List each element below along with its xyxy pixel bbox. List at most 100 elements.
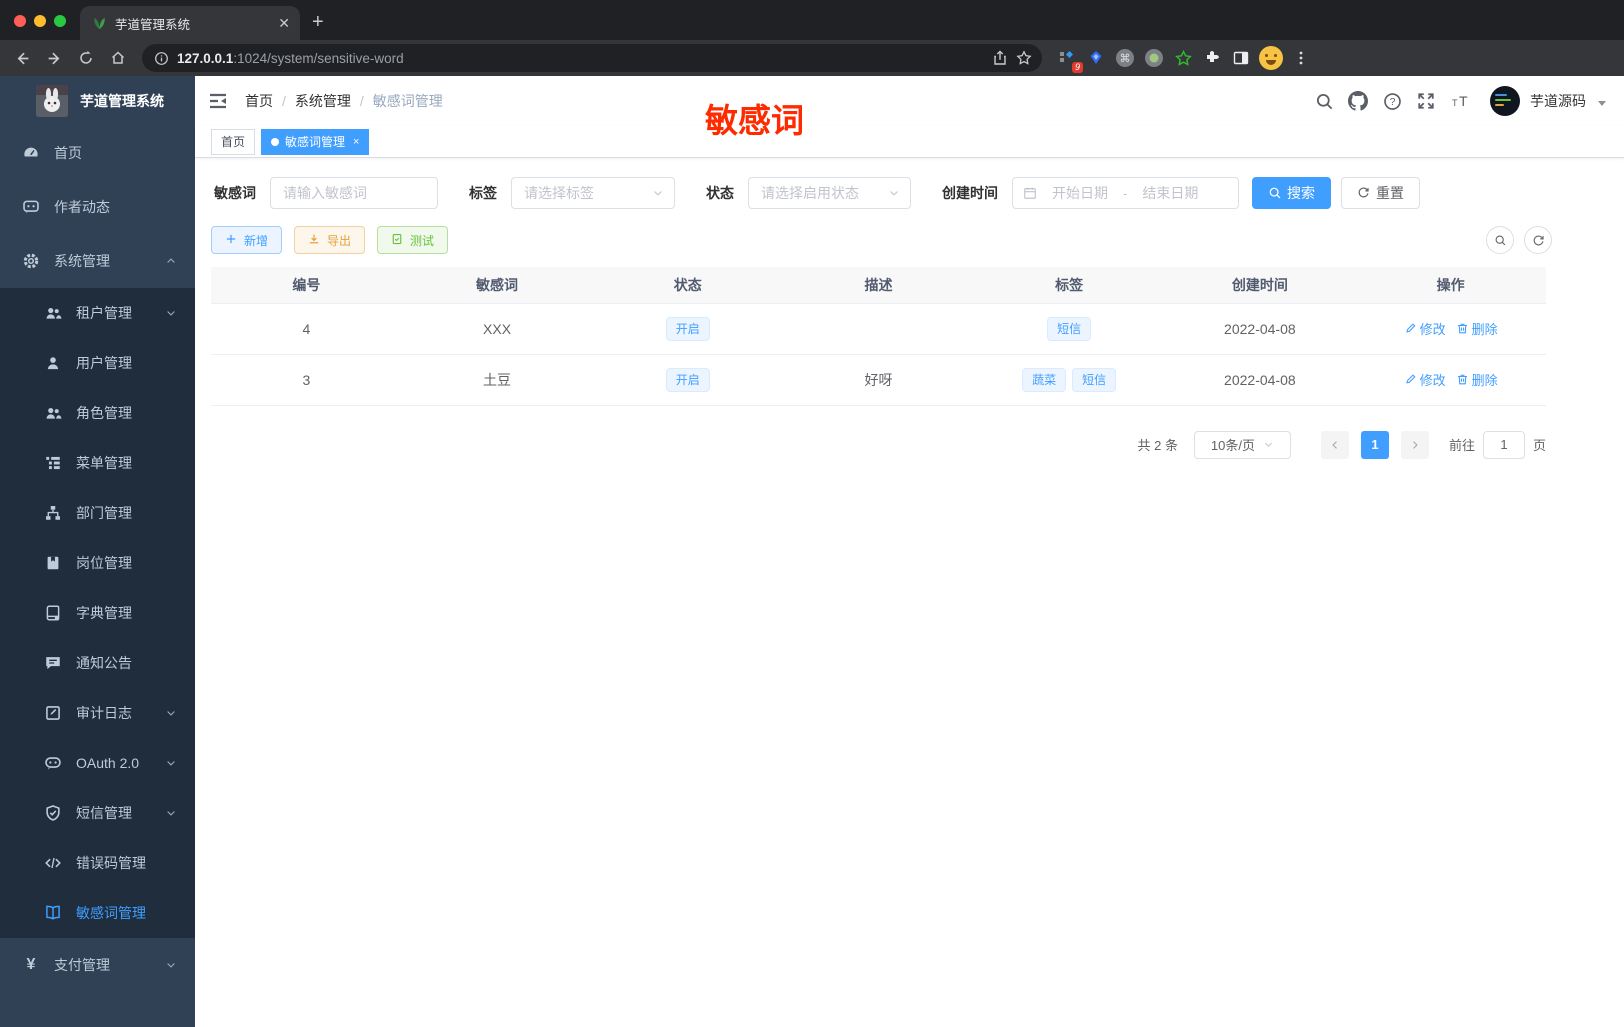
reset-button[interactable]: 重置 <box>1341 177 1420 209</box>
url-path: :1024/system/sensitive-word <box>233 50 404 66</box>
next-page-button[interactable] <box>1400 430 1429 459</box>
export-button[interactable]: 导出 <box>294 226 366 254</box>
window-close-button[interactable] <box>14 15 26 27</box>
sidebar-item[interactable]: 敏感词管理 <box>0 888 195 938</box>
cell-description <box>783 303 974 355</box>
sidebar-fold-icon[interactable] <box>207 90 229 112</box>
user-avatar[interactable] <box>1490 86 1520 116</box>
add-button-label: 新增 <box>244 233 269 248</box>
sidebar-item[interactable]: 用户管理 <box>0 338 195 388</box>
edit-link[interactable]: 修改 <box>1404 319 1446 338</box>
extension-record-icon[interactable] <box>1143 47 1165 69</box>
window-minimize-button[interactable] <box>34 15 46 27</box>
goto-page-input[interactable] <box>1482 430 1525 459</box>
prev-page-button[interactable] <box>1320 430 1349 459</box>
address-bar[interactable]: 127.0.0.1:1024/system/sensitive-word <box>142 44 1042 72</box>
tab-close-icon[interactable]: × <box>353 136 359 148</box>
sidebar-item[interactable]: ¥ 支付管理 <box>0 938 195 992</box>
sidebar-item[interactable]: 角色管理 <box>0 388 195 438</box>
add-button[interactable]: 新增 <box>211 226 283 254</box>
info-icon[interactable] <box>154 51 169 66</box>
extension-puzzle-icon[interactable] <box>1201 47 1223 69</box>
filter-status: 状态 请选择启用状态 <box>706 177 911 209</box>
sidebar-item[interactable]: 审计日志 <box>0 688 195 738</box>
window-zoom-button[interactable] <box>54 15 66 27</box>
refresh-table-button[interactable] <box>1524 226 1552 254</box>
chat-icon <box>22 198 40 216</box>
table-column-header: 敏感词 <box>401 267 593 304</box>
extension-kite-icon[interactable] <box>1085 47 1107 69</box>
table-row: 3 土豆 开启 好呀 蔬菜 短信 2022-04-08 修改 删除 <box>211 354 1546 406</box>
url-text: 127.0.0.1:1024/system/sensitive-word <box>177 51 984 66</box>
search-icon[interactable] <box>1312 89 1336 113</box>
refresh-icon <box>1357 186 1371 200</box>
tags-view: 首页 敏感词管理 × <box>195 126 1624 158</box>
sidebar-item[interactable]: 租户管理 <box>0 288 195 338</box>
sidebar-item[interactable]: 系统管理 <box>0 234 195 288</box>
tag: 短信 <box>1072 367 1117 392</box>
home-icon[interactable] <box>104 44 132 72</box>
font-size-icon[interactable]: TT <box>1448 89 1472 113</box>
sidebar-logo[interactable]: 芋道管理系统 <box>0 76 195 126</box>
tagsview-tab[interactable]: 敏感词管理 × <box>261 128 370 155</box>
sidebar-item[interactable]: 短信管理 <box>0 788 195 838</box>
tag-select[interactable]: 请选择标签 <box>511 177 675 209</box>
caret-down-icon[interactable] <box>1598 100 1606 106</box>
page-size-select[interactable]: 10条/页 <box>1193 430 1291 459</box>
browser-tab[interactable]: 芋道管理系统 ✕ <box>80 6 300 40</box>
menu-tree-icon <box>44 454 62 472</box>
top-navbar: 首页 / 系统管理 / 敏感词管理 敏感词 ? TT 芋道源码 <box>195 76 1624 139</box>
edit-link[interactable]: 修改 <box>1404 370 1446 389</box>
search-button[interactable]: 搜索 <box>1252 177 1331 209</box>
more-vertical-icon[interactable] <box>1290 47 1312 69</box>
sidebar-item[interactable]: OAuth 2.0 <box>0 738 195 788</box>
app-root: 芋道管理系统 首页 作者动态 系统管理 租户管理 用户管理 角色管理 菜单管理 部门管理 岗位管… <box>0 76 1624 1027</box>
back-icon[interactable] <box>8 44 36 72</box>
sidebar-panel-icon[interactable] <box>1230 47 1252 69</box>
breadcrumb-separator: / <box>359 93 364 109</box>
status-select[interactable]: 请选择启用状态 <box>748 177 911 209</box>
page-number-button[interactable]: 1 <box>1360 430 1389 459</box>
sidebar-item[interactable]: 错误码管理 <box>0 838 195 888</box>
tagsview-tab[interactable]: 首页 <box>211 128 256 155</box>
fullscreen-icon[interactable] <box>1414 89 1438 113</box>
cell-create-time: 2022-04-08 <box>1164 303 1356 355</box>
date-start-input[interactable] <box>1045 185 1115 201</box>
date-range-picker[interactable]: - <box>1012 177 1239 209</box>
toggle-search-button[interactable] <box>1486 226 1514 254</box>
table-toolbar: 新增 导出 测试 <box>211 226 1552 254</box>
sidebar-item[interactable]: 部门管理 <box>0 488 195 538</box>
sidebar-item[interactable]: 通知公告 <box>0 638 195 688</box>
sidebar-item-label: 菜单管理 <box>76 455 132 471</box>
sidebar-item-label: 用户管理 <box>76 355 132 371</box>
reload-icon[interactable] <box>72 44 100 72</box>
browser-profile-avatar[interactable] <box>1259 46 1283 70</box>
date-end-input[interactable] <box>1135 185 1206 201</box>
delete-link[interactable]: 删除 <box>1456 319 1498 338</box>
keyword-input[interactable] <box>270 177 438 209</box>
date-separator: - <box>1123 185 1128 201</box>
search-button-label: 搜索 <box>1287 185 1315 201</box>
extension-grid-icon[interactable]: 9 <box>1056 47 1083 73</box>
extension-star-icon[interactable] <box>1172 47 1194 69</box>
breadcrumb-item[interactable]: 首页 <box>245 91 273 111</box>
page-content: 敏感词 标签 请选择标签 状态 请选择启用状态 <box>195 158 1624 459</box>
sidebar-item[interactable]: 菜单管理 <box>0 438 195 488</box>
sidebar-item[interactable]: 岗位管理 <box>0 538 195 588</box>
share-icon[interactable] <box>992 50 1008 66</box>
download-icon <box>308 233 322 247</box>
forward-icon[interactable] <box>40 44 68 72</box>
extension-command-icon[interactable]: ⌘ <box>1114 47 1136 69</box>
help-icon[interactable]: ? <box>1380 89 1404 113</box>
delete-link[interactable]: 删除 <box>1456 370 1498 389</box>
star-icon[interactable] <box>1016 50 1032 66</box>
sidebar-item[interactable]: 字典管理 <box>0 588 195 638</box>
sidebar-item[interactable]: 作者动态 <box>0 180 195 234</box>
sidebar-item[interactable]: 首页 <box>0 126 195 180</box>
github-icon[interactable] <box>1346 89 1370 113</box>
table-right-tools <box>1486 226 1552 254</box>
new-tab-button[interactable]: + <box>300 11 338 40</box>
test-button[interactable]: 测试 <box>377 226 449 254</box>
breadcrumb-item[interactable]: 系统管理 <box>295 91 351 111</box>
tab-close-icon[interactable]: ✕ <box>278 15 290 32</box>
